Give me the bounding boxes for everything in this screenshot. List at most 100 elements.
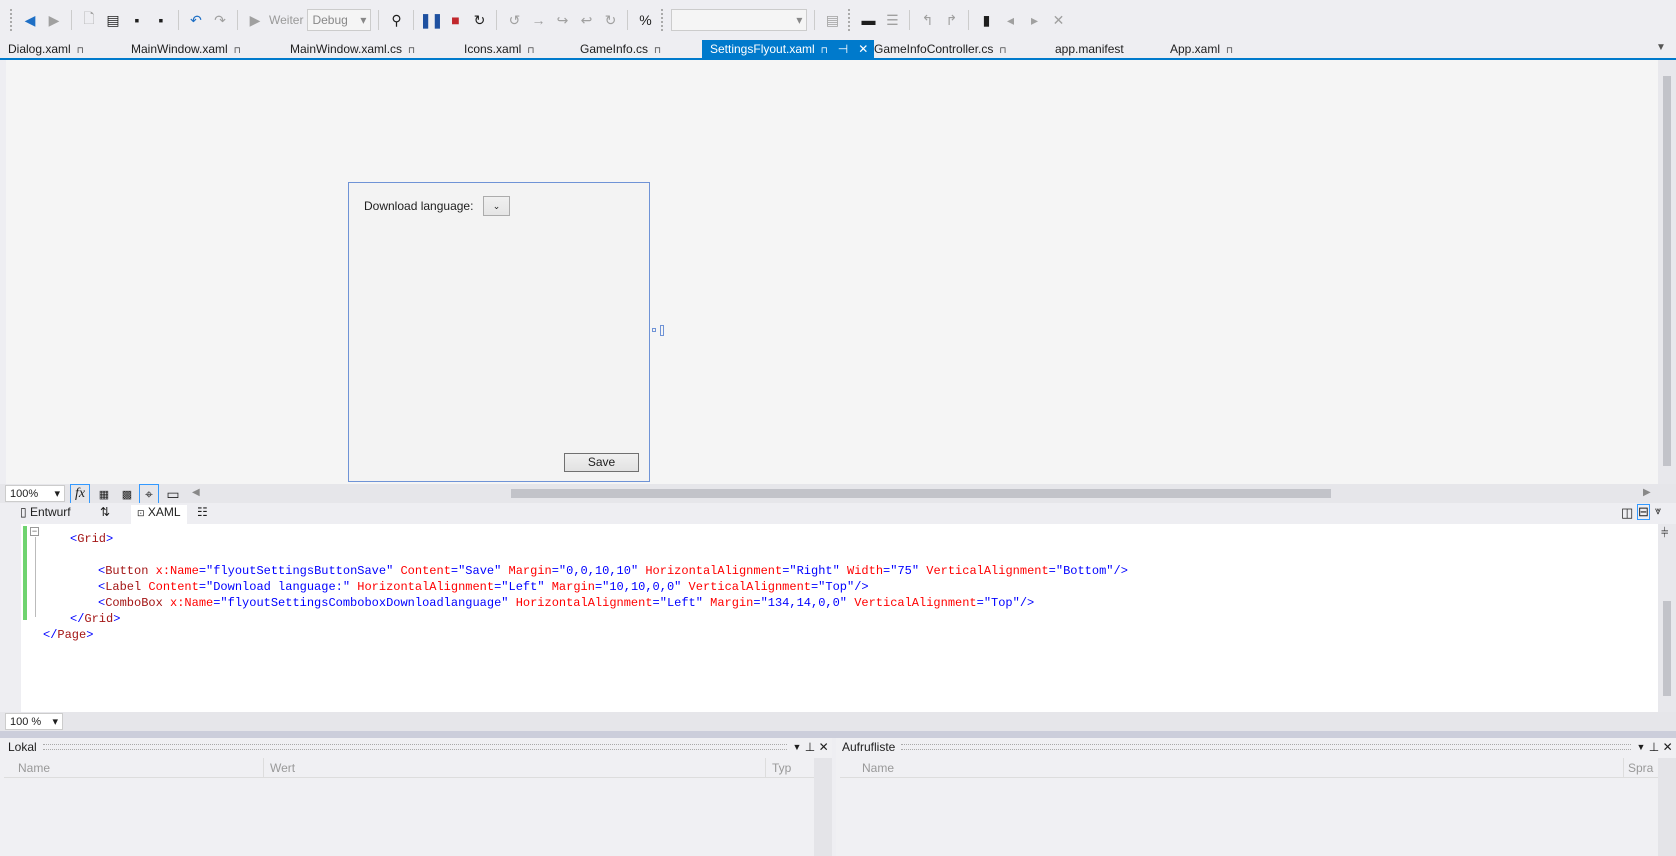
close-icon[interactable]: ✕	[1663, 740, 1673, 754]
panel-grip[interactable]	[901, 744, 1631, 750]
pin-icon[interactable]: ⊥	[1649, 740, 1659, 754]
editor-zoom-dropdown[interactable]: 100 % ▾	[5, 713, 63, 730]
config-dropdown[interactable]: Debug ▾	[307, 9, 372, 31]
swap-panes-button[interactable]: ⇅	[100, 505, 110, 519]
editor-vertical-scrollbar[interactable]: ⫩	[1658, 524, 1676, 712]
prev-bookmark-icon[interactable]: ◂	[1000, 10, 1020, 30]
pause-icon[interactable]: ❚❚	[420, 10, 443, 30]
locals-scrollbar[interactable]	[814, 758, 832, 856]
tab-overflow-icon[interactable]: ▼	[1656, 42, 1666, 53]
continue-button[interactable]: Weiter	[269, 13, 303, 27]
code-token: Left	[666, 596, 696, 610]
design-surface[interactable]: Download language: ⌄ Save	[6, 60, 1658, 484]
bookmark-icon[interactable]: ▮	[976, 10, 996, 30]
close-icon[interactable]: ✕	[819, 740, 829, 754]
tab-xaml[interactable]: ⊡ XAML	[131, 505, 187, 524]
collapse-icon[interactable]: −	[30, 527, 39, 536]
column-language[interactable]: Spra	[1624, 758, 1658, 778]
scroll-right-icon[interactable]: ▶	[1643, 487, 1651, 498]
resize-handle[interactable]	[652, 328, 656, 332]
grid-icon[interactable]: ▦	[94, 484, 114, 504]
split-editor-icon[interactable]: ⫩	[1661, 525, 1668, 541]
lock-icon: ⊓	[820, 45, 828, 55]
continue-icon[interactable]: ▶	[245, 10, 265, 30]
tab-app-xaml[interactable]: App.xaml ⊓	[1162, 40, 1233, 58]
tab-icons-xaml[interactable]: Icons.xaml ⊓	[456, 40, 534, 58]
resize-handle[interactable]	[660, 325, 664, 336]
snap-lines-icon[interactable]: ⌖	[139, 484, 159, 504]
open-icon[interactable]: ▤	[103, 10, 123, 30]
save-all-icon[interactable]: ▪	[151, 10, 171, 30]
column-value[interactable]: Wert	[264, 758, 766, 778]
document-outline-icon[interactable]: ☷	[197, 505, 208, 519]
toolbar-grip[interactable]	[661, 9, 665, 31]
code-line[interactable]: </Page>	[43, 627, 93, 643]
download-language-label[interactable]: Download language:	[364, 199, 473, 213]
designer-vertical-scrollbar[interactable]	[1658, 60, 1676, 484]
hex-icon[interactable]: %	[635, 10, 655, 30]
pane-splitter[interactable]	[0, 731, 1676, 738]
comment-icon[interactable]: ▤	[822, 10, 842, 30]
undo-icon[interactable]: ↶	[186, 10, 206, 30]
next-icon[interactable]: ↱	[941, 10, 961, 30]
code-line[interactable]: <Grid>	[70, 531, 113, 547]
callstack-scrollbar[interactable]	[1658, 758, 1676, 856]
vertical-split-icon[interactable]: ◫	[1621, 505, 1633, 521]
step-into-icon[interactable]: →	[528, 10, 548, 30]
forward-icon[interactable]: ▶	[44, 10, 64, 30]
scroll-left-icon[interactable]: ◀	[192, 487, 200, 498]
step-back-icon[interactable]: ↻	[600, 10, 620, 30]
tab-mainwindow-xaml[interactable]: MainWindow.xaml ⊓	[123, 40, 241, 58]
horizontal-split-icon[interactable]: ⊟	[1637, 504, 1650, 520]
prev-icon[interactable]: ↰	[917, 10, 937, 30]
language-combobox[interactable]: ⌄	[483, 196, 510, 216]
tab-mainwindow-xaml-cs[interactable]: MainWindow.xaml.cs ⊓	[282, 40, 415, 58]
pin-icon[interactable]: ⊥	[805, 740, 815, 754]
tab-app-manifest[interactable]: app.manifest	[1047, 40, 1124, 58]
step-out-icon[interactable]: ↩	[576, 10, 596, 30]
tab-gameinfocontroller-cs[interactable]: GameInfoController.cs ⊓	[866, 40, 1006, 58]
step-over-icon[interactable]: ↪	[552, 10, 572, 30]
clear-bookmarks-icon[interactable]: ✕	[1048, 10, 1068, 30]
designer-zoom-dropdown[interactable]: 100% ▾	[5, 485, 65, 502]
redo-icon[interactable]: ↷	[210, 10, 230, 30]
scroll-thumb[interactable]	[1663, 601, 1671, 696]
platform-dropdown[interactable]: ▾	[671, 9, 808, 31]
pin-icon[interactable]: ⊣	[838, 42, 848, 56]
tab-settingsflyout-xaml[interactable]: SettingsFlyout.xaml ⊓ ⊣ ✕	[702, 40, 875, 58]
scroll-thumb[interactable]	[1663, 76, 1671, 466]
new-item-icon[interactable]: 🗋	[79, 10, 99, 30]
code-line[interactable]: <Label Content="Download language:" Hori…	[98, 579, 869, 595]
dropdown-icon[interactable]: ▼	[1637, 742, 1646, 752]
show-next-statement-icon[interactable]: ↺	[504, 10, 524, 30]
find-icon[interactable]: ⚲	[386, 10, 406, 30]
dropdown-icon[interactable]: ▼	[793, 742, 802, 752]
annotation-icon[interactable]: ▭	[163, 484, 183, 504]
code-line[interactable]: <ComboBox x:Name="flyoutSettingsCombobox…	[98, 595, 1034, 611]
panel-grip[interactable]	[42, 744, 787, 750]
indent-icon[interactable]: ☰	[882, 10, 902, 30]
column-name[interactable]: Name	[4, 758, 264, 778]
collapse-pane-icon[interactable]: ⩔	[1655, 505, 1661, 518]
toolbar-grip[interactable]	[10, 9, 14, 31]
next-bookmark-icon[interactable]: ▸	[1024, 10, 1044, 30]
xaml-code-editor[interactable]: − <Grid> <Button x:Name="flyoutSettingsBu…	[0, 524, 1658, 712]
flyout-preview[interactable]: Download language: ⌄ Save	[348, 182, 650, 482]
tab-design[interactable]: ▯ Entwurf	[14, 505, 77, 522]
save-icon[interactable]: ▪	[127, 10, 147, 30]
back-icon[interactable]: ◀	[20, 10, 40, 30]
horizontal-scroll-thumb[interactable]	[511, 489, 1331, 498]
formula-icon[interactable]: fx	[70, 484, 90, 504]
column-name[interactable]: Name	[840, 758, 1624, 778]
restart-icon[interactable]: ↻	[469, 10, 489, 30]
code-line[interactable]: </Grid>	[70, 611, 120, 627]
tab-gameinfo-cs[interactable]: GameInfo.cs ⊓	[572, 40, 661, 58]
breakpoint-icon[interactable]: ▬	[858, 10, 878, 30]
code-line[interactable]: <Button x:Name="flyoutSettingsButtonSave…	[98, 563, 1128, 579]
stop-icon[interactable]: ■	[445, 10, 465, 30]
toolbar-grip[interactable]	[848, 9, 852, 31]
column-type[interactable]: Typ	[766, 758, 814, 778]
tab-dialog-xaml[interactable]: Dialog.xaml ⊓	[0, 40, 84, 58]
snap-grid-icon[interactable]: ▩	[117, 484, 137, 504]
save-button[interactable]: Save	[564, 453, 639, 472]
